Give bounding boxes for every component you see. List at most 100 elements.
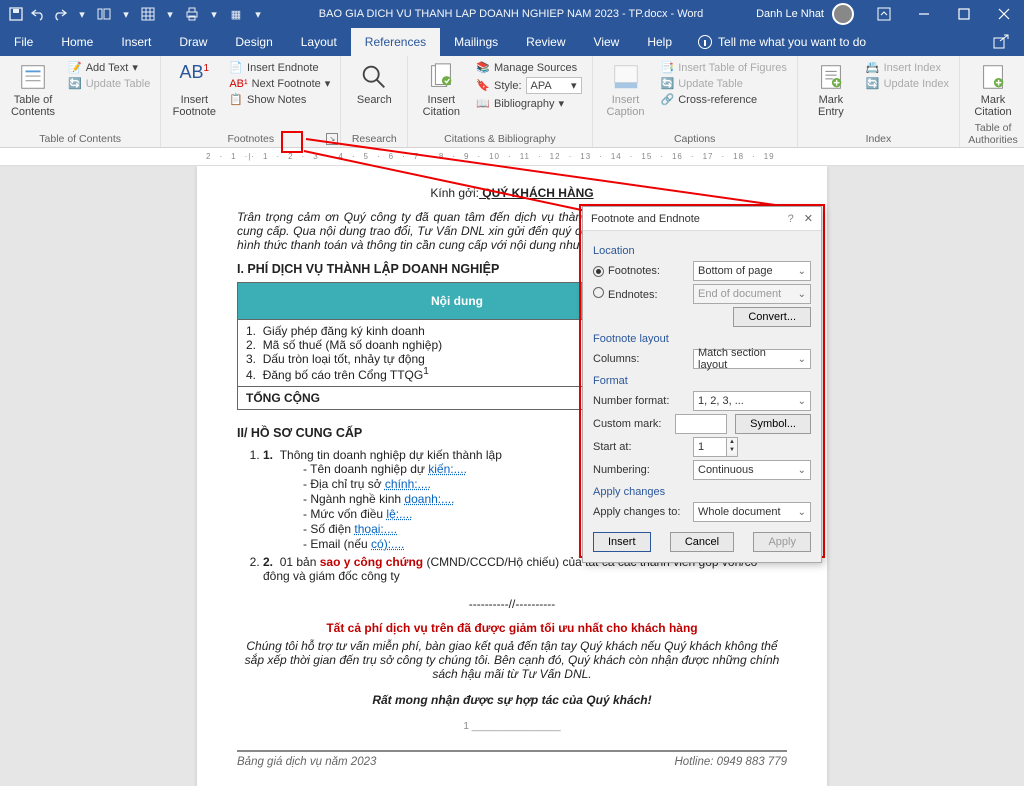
table-of-contents-button[interactable]: Table of Contents [6, 60, 60, 120]
columns-label: Columns: [593, 353, 685, 365]
number-format-label: Number format: [593, 395, 685, 407]
tab-help[interactable]: Help [633, 28, 686, 56]
close-icon[interactable] [984, 0, 1024, 28]
footnotes-location-select[interactable]: Bottom of page [693, 261, 811, 281]
maximize-icon[interactable] [944, 0, 984, 28]
citation-style-dropdown[interactable]: 🔖 Style: APA▾ [472, 76, 585, 95]
dialog-section: Location [593, 245, 811, 257]
lightbulb-icon [698, 35, 712, 49]
group-research: Search Research [341, 56, 408, 147]
insert-citation-button[interactable]: Insert Citation [414, 60, 468, 120]
tab-mailings[interactable]: Mailings [440, 28, 512, 56]
endnotes-radio[interactable]: Endnotes: [593, 287, 685, 301]
tell-me[interactable]: Tell me what you want to do [698, 35, 866, 49]
custom-mark-input[interactable] [675, 414, 727, 434]
next-footnote-button[interactable]: AB¹ Next Footnote ▾ [225, 76, 334, 91]
insert-endnote-button[interactable]: 📄 Insert Endnote [225, 60, 334, 75]
insert-tof-button[interactable]: 📑 Insert Table of Figures [657, 60, 791, 75]
qat-icon[interactable]: ▾ [250, 6, 266, 22]
save-icon[interactable] [8, 6, 24, 22]
grid-icon[interactable]: ▦ [228, 6, 244, 22]
tab-home[interactable]: Home [47, 28, 107, 56]
mark-citation-button[interactable]: Mark Citation [966, 60, 1020, 120]
page-footer: Bảng giá dịch vụ năm 2023 Hotline: 0949 … [237, 750, 787, 768]
table-icon[interactable] [140, 6, 156, 22]
user-avatar[interactable] [832, 3, 854, 25]
qat-icon[interactable]: ▾ [162, 6, 178, 22]
cancel-button[interactable]: Cancel [670, 532, 734, 552]
add-text-button[interactable]: 📝 Add Text ▾ [64, 60, 154, 75]
dialog-section: Footnote layout [593, 333, 811, 345]
apply-to-label: Apply changes to: [593, 506, 685, 518]
group-label: Table of Contents [6, 131, 154, 145]
tab-draw[interactable]: Draw [165, 28, 221, 56]
dialog-section: Apply changes [593, 486, 811, 498]
endnotes-location-select: End of document [693, 284, 811, 304]
tell-me-label: Tell me what you want to do [718, 35, 866, 49]
group-citations: Insert Citation 📚 Manage Sources 🔖 Style… [408, 56, 592, 147]
annotation-box [281, 131, 303, 153]
numbering-label: Numbering: [593, 464, 685, 476]
group-captions: Insert Caption 📑 Insert Table of Figures… [593, 56, 798, 147]
qat-icon[interactable] [96, 6, 112, 22]
qat-icon[interactable]: ▾ [74, 6, 90, 22]
tab-design[interactable]: Design [221, 28, 286, 56]
bibliography-button[interactable]: 📖 Bibliography ▾ [472, 96, 585, 111]
insert-button[interactable]: Insert [593, 532, 651, 552]
tab-view[interactable]: View [580, 28, 634, 56]
close-icon[interactable]: ✕ [804, 212, 813, 225]
apply-button[interactable]: Apply [753, 532, 811, 552]
show-notes-button[interactable]: 📋 Show Notes [225, 92, 334, 107]
footnote-endnote-dialog: Footnote and Endnote ? ✕ Location Footno… [582, 206, 822, 563]
undo-icon[interactable] [30, 6, 46, 22]
dialog-section: Format [593, 375, 811, 387]
insert-index-button[interactable]: 📇 Insert Index [862, 60, 953, 75]
tab-insert[interactable]: Insert [107, 28, 165, 56]
start-at-label: Start at: [593, 441, 685, 453]
update-table-button[interactable]: 🔄 Update Table [657, 76, 791, 91]
tab-file[interactable]: File [0, 28, 47, 56]
convert-button[interactable]: Convert... [733, 307, 811, 327]
group-toc: Table of Contents 📝 Add Text ▾ 🔄 Update … [0, 56, 161, 147]
custom-mark-label: Custom mark: [593, 418, 667, 430]
start-at-spinner[interactable]: 1 ▲▼ [693, 437, 738, 457]
redo-icon[interactable] [52, 6, 68, 22]
cross-reference-button[interactable]: 🔗 Cross-reference [657, 92, 791, 107]
number-format-select[interactable]: 1, 2, 3, ... [693, 391, 811, 411]
update-table-button[interactable]: 🔄 Update Table [64, 76, 154, 91]
document-title: BAO GIA DICH VU THANH LAP DOANH NGHIEP N… [266, 8, 756, 20]
group-authorities: Mark Citation Table of Authorities [960, 56, 1024, 147]
apply-to-select[interactable]: Whole document [693, 502, 811, 522]
mark-entry-button[interactable]: Mark Entry [804, 60, 858, 120]
tab-references[interactable]: References [351, 28, 440, 56]
footnotes-radio[interactable]: Footnotes: [593, 265, 685, 277]
insert-caption-button[interactable]: Insert Caption [599, 60, 653, 120]
qat-icon[interactable]: ▾ [206, 6, 222, 22]
minimize-icon[interactable] [904, 0, 944, 28]
quick-access-toolbar: ▾ ▾ ▾ ▾ ▦ ▾ [0, 6, 266, 22]
columns-select[interactable]: Match section layout [693, 349, 811, 369]
tab-review[interactable]: Review [512, 28, 579, 56]
ruler[interactable]: 2·1·|·1·2·3·4·5·6·7·8·9·10·11·12·13·14·1… [0, 148, 1024, 166]
share-icon[interactable] [992, 33, 1010, 51]
qat-icon[interactable]: ▾ [118, 6, 134, 22]
help-icon[interactable]: ? [788, 213, 794, 225]
print-icon[interactable] [184, 6, 200, 22]
document-area: Kính gởi: QUÝ KHÁCH HÀNG Trân trọng cảm … [0, 166, 1024, 786]
manage-sources-button[interactable]: 📚 Manage Sources [472, 60, 585, 75]
symbol-button[interactable]: Symbol... [735, 414, 811, 434]
group-label: Captions [599, 131, 791, 145]
tab-layout[interactable]: Layout [287, 28, 351, 56]
numbering-select[interactable]: Continuous [693, 460, 811, 480]
ribbon-options-icon[interactable] [864, 0, 904, 28]
update-index-button[interactable]: 🔄 Update Index [862, 76, 953, 91]
search-button[interactable]: Search [347, 60, 401, 108]
dialog-title: Footnote and Endnote [591, 213, 788, 225]
group-footnotes: AB1 Insert Footnote 📄 Insert Endnote AB¹… [161, 56, 341, 147]
user-name: Danh Le Nhat [756, 8, 824, 20]
ribbon: Table of Contents 📝 Add Text ▾ 🔄 Update … [0, 56, 1024, 148]
group-label: Citations & Bibliography [414, 131, 585, 145]
titlebar: ▾ ▾ ▾ ▾ ▦ ▾ BAO GIA DICH VU THANH LAP DO… [0, 0, 1024, 28]
menu-bar: File Home Insert Draw Design Layout Refe… [0, 28, 1024, 56]
insert-footnote-button[interactable]: AB1 Insert Footnote [167, 60, 221, 120]
